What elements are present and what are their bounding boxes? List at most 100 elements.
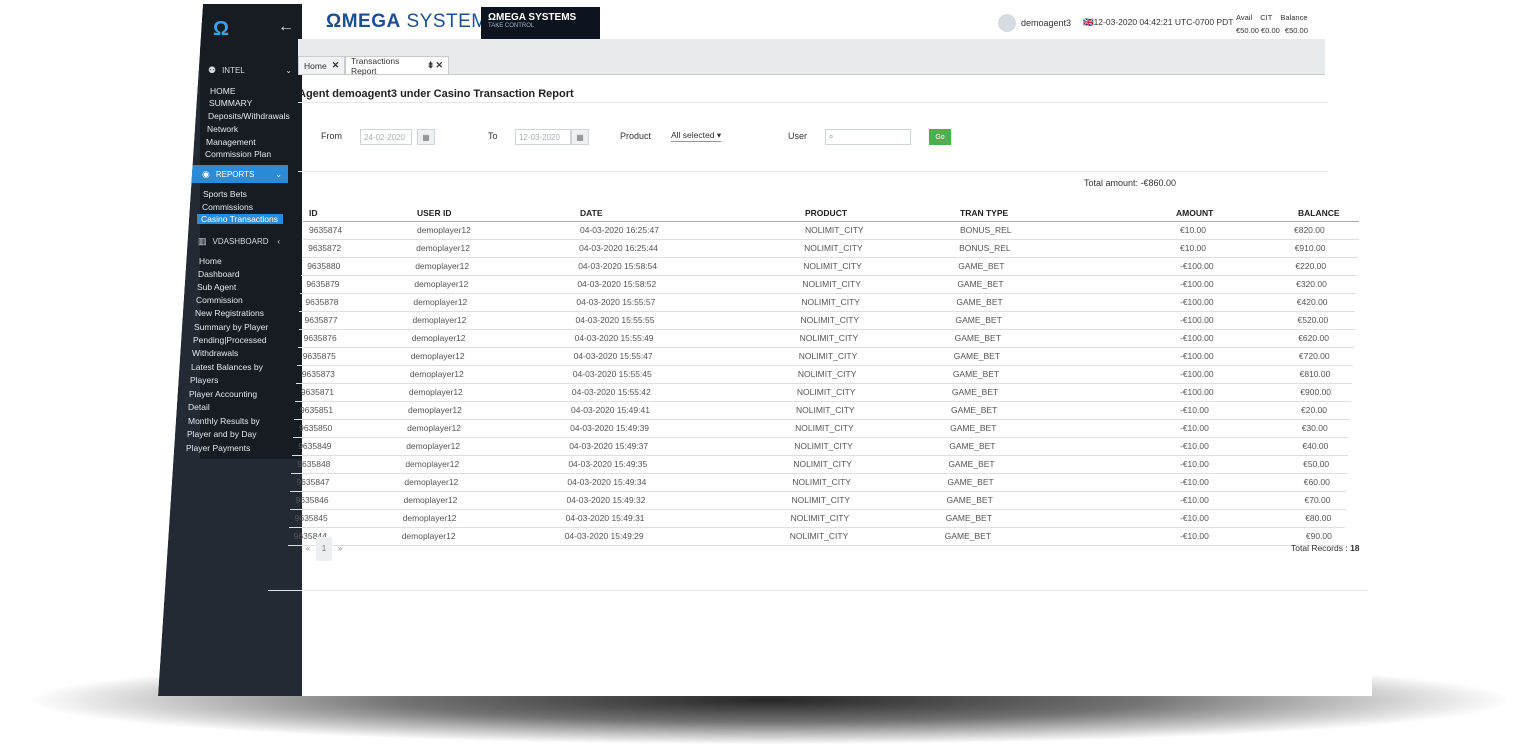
sidebar-item-sports-bets[interactable]: Sports Bets [203,189,247,199]
cell-tran-type: GAME_BET [951,405,998,415]
table-row[interactable]: 9635875 demoplayer12 04-03-2020 15:55:47 NO… [296,348,1353,366]
table-row[interactable]: 9635849 demoplayer12 04-03-2020 15:49:37 NO… [292,438,1349,456]
col-date[interactable]: DATE [580,208,603,218]
next-page-button[interactable]: » [332,537,348,561]
sidebar-item-vd-sub-agent[interactable]: Sub Agent [197,282,236,292]
table-row[interactable]: 9635871 demoplayer12 04-03-2020 15:55:42 NO… [294,384,1351,402]
from-label: From [321,131,342,141]
to-date-input[interactable]: 12-03-2020 [515,129,571,145]
col-id[interactable]: ID [309,208,318,218]
cell-id: 9635877 [304,315,338,325]
calendar-icon[interactable]: ▦ [571,129,589,145]
header-datetime: 🇬🇧12-03-2020 04:42:21 UTC-0700 PDT [1083,17,1234,27]
sidebar-item-vd-player-accounting[interactable]: Player Accounting [189,389,257,399]
cell-product: NOLIMIT_CITY [802,279,861,289]
sidebar-item-commission-plan[interactable]: Commission Plan [205,149,271,159]
cell-amount: -€100.00 [1180,279,1214,289]
prev-page-button[interactable]: « [300,537,316,561]
table-row[interactable]: 9635851 demoplayer12 04-03-2020 15:49:41 NO… [294,402,1350,420]
table-row[interactable]: 9635846 demoplayer12 04-03-2020 15:49:32 NO… [289,492,1346,510]
omega-logo-icon[interactable]: Ω [213,18,229,41]
cell-id: 9635850 [299,423,333,433]
table-row[interactable]: 9635850 demoplayer12 04-03-2020 15:49:39 NO… [293,420,1350,438]
sidebar-item-home[interactable]: HOME [210,86,236,96]
page-1-button[interactable]: 1 [316,537,332,561]
sidebar-section-vdashboard[interactable]: ▥ VDASHBOARD ‹ [198,232,280,250]
sidebar-item-management[interactable]: Management [206,137,256,147]
close-icon[interactable]: ✕ [332,60,340,71]
cell-tran-type: GAME_BET [950,423,997,433]
col-user-id[interactable]: USER ID [417,208,451,218]
sidebar-item-vd-player-by-day[interactable]: Player and by Day [187,429,256,439]
table-row[interactable]: 9635874 demoplayer12 04-03-2020 16:25:47 NO… [303,222,1359,240]
tab-home[interactable]: Home ✕ [298,56,345,74]
from-date-input[interactable]: 24-02-2020 [360,129,412,145]
table-row[interactable]: 9635876 demoplayer12 04-03-2020 15:55:49 NO… [297,330,1354,348]
sidebar-item-network[interactable]: Network [207,124,238,134]
sidebar-item-vd-withdrawals[interactable]: Withdrawals [192,348,238,358]
cell-user-id: demoplayer12 [404,477,459,487]
sidebar-item-vd-monthly-results[interactable]: Monthly Results by [188,416,260,426]
sidebar-item-vd-summary-by-player[interactable]: Summary by Player [194,322,268,332]
cell-user-id: demoplayer12 [407,423,461,433]
table-row[interactable]: 9635878 demoplayer12 04-03-2020 15:55:57 NO… [299,294,1356,312]
back-arrow-icon[interactable]: ← [278,18,294,36]
tab-transactions-report[interactable]: Transactions Report ⇟ ✕ [345,56,449,76]
cell-amount: -€10.00 [1180,495,1209,505]
pin-icon[interactable]: ⇟ [427,60,435,71]
cell-id: 9635871 [300,387,334,397]
calendar-icon[interactable]: ▦ [417,129,435,145]
go-button[interactable]: Go [929,129,951,145]
col-tran-type[interactable]: TRAN TYPE [960,208,1008,218]
table-row[interactable]: 9635877 demoplayer12 04-03-2020 15:55:55 NO… [298,312,1355,330]
table-row[interactable]: 9635879 demoplayer12 04-03-2020 15:58:52 NO… [300,276,1357,294]
cell-user-id: demoplayer12 [414,279,469,289]
user-search-input[interactable]: ⌕ [825,129,911,145]
sidebar-item-vd-commission[interactable]: Commission [196,295,243,305]
table-row[interactable]: 9635880 demoplayer12 04-03-2020 15:58:54 NO… [301,258,1358,276]
close-icon[interactable]: ✕ [435,60,443,71]
cell-tran-type: GAME_BET [956,297,1003,307]
cell-date: 04-03-2020 15:49:41 [571,405,650,415]
table-row[interactable]: 9635873 demoplayer12 04-03-2020 15:55:45 NO… [295,366,1352,384]
table-row[interactable]: 9635844 demoplayer12 04-03-2020 15:49:29 NO… [287,528,1344,546]
pagination: « 1 » [300,537,348,561]
sidebar-section-label: REPORTS [215,169,255,179]
table-row[interactable]: 9635848 demoplayer12 04-03-2020 15:49:35 NO… [291,456,1348,474]
sidebar-item-vd-detail[interactable]: Detail [188,402,210,412]
cell-product: NOLIMIT_CITY [794,441,853,451]
sidebar-section-intel[interactable]: ⚉ INTEL ⌄ [208,61,292,79]
sidebar-item-vd-players[interactable]: Players [190,375,218,385]
sidebar-item-vd-latest-balances[interactable]: Latest Balances by [191,362,263,372]
cell-tran-type: GAME_BET [944,531,991,541]
sidebar-item-deposits[interactable]: Deposits/Withdrawals [208,111,290,121]
table-row[interactable]: 9635872 demoplayer12 04-03-2020 16:25:44 NO… [302,240,1359,258]
col-product[interactable]: PRODUCT [805,208,847,218]
sidebar-section-reports[interactable]: ◉ REPORTS ⌄ [190,165,288,183]
user-menu[interactable]: demoagent3 [998,14,1071,32]
product-select[interactable]: All selected ▾ [671,130,722,142]
table-row[interactable]: 9635847 demoplayer12 04-03-2020 15:49:34 NO… [290,474,1347,492]
sidebar-item-summary[interactable]: SUMMARY [209,98,252,108]
cell-id: 9635874 [309,225,343,235]
sidebar-item-commissions[interactable]: Commissions [202,202,253,212]
cell-product: NOLIMIT_CITY [796,387,856,397]
sidebar-item-vd-new-registrations[interactable]: New Registrations [195,308,264,318]
cell-balance: €420.00 [1296,297,1328,307]
cell-product: NOLIMIT_CITY [798,351,858,361]
sidebar-item-vd-dashboard[interactable]: Dashboard [198,269,240,279]
sidebar-item-vd-pending-processed[interactable]: Pending|Processed [193,335,267,345]
cell-id: 9635876 [303,333,337,343]
sidebar-item-vd-home[interactable]: Home [199,256,222,266]
cell-amount: -€100.00 [1180,351,1214,361]
brand-bold: ΩMEGA [326,11,401,32]
col-balance[interactable]: BALANCE [1298,208,1340,218]
sidebar-item-casino-transactions[interactable]: Casino Transactions [197,214,283,224]
col-amount[interactable]: AMOUNT [1176,208,1213,218]
table-row[interactable]: 9635845 demoplayer12 04-03-2020 15:49:31 NO… [288,510,1345,528]
cell-id: 9635848 [297,459,331,469]
sitemap-icon: ⚉ [208,64,217,75]
sidebar-item-vd-player-payments[interactable]: Player Payments [186,443,250,453]
chevron-down-icon: ⌄ [285,65,292,75]
cell-product: NOLIMIT_CITY [796,405,855,415]
